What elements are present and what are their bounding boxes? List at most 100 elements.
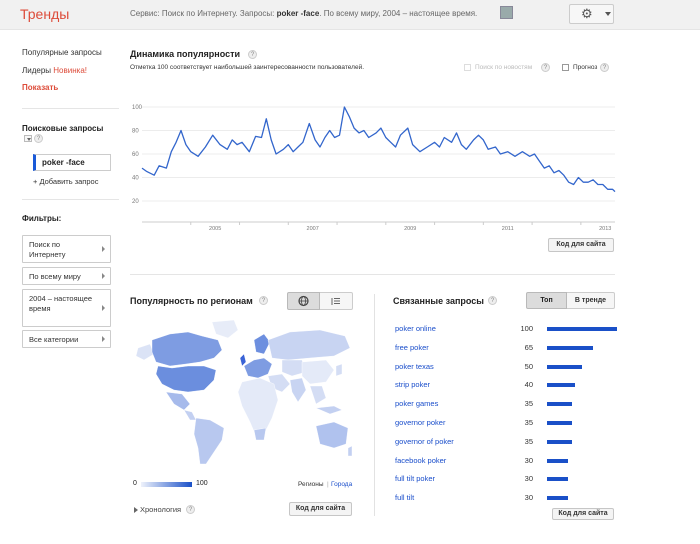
related-query-row[interactable]: poker games 35 (395, 397, 617, 415)
show-link[interactable]: Показать (22, 83, 58, 92)
map-region-south-america (193, 417, 225, 465)
list-view-toggle[interactable] (320, 292, 353, 310)
crumb-suffix: . По всему миру, 2004 – настоящее время. (319, 9, 478, 18)
related-query-row[interactable]: governor poker 35 (395, 416, 617, 434)
search-description: Сервис: Поиск по Интернету. Запросы: pok… (130, 9, 477, 18)
sidebar-divider (22, 199, 119, 200)
news-search-label: Поиск по новостям (475, 64, 533, 71)
leaders-link[interactable]: Лидеры Новинка! (22, 66, 87, 75)
related-query-term[interactable]: poker online (395, 324, 436, 333)
tab-top[interactable]: Топ (526, 292, 567, 309)
related-query-row[interactable]: free poker 65 (395, 341, 617, 359)
chronology-toggle[interactable]: Хронология (140, 505, 181, 514)
related-query-row[interactable]: governor of poker 35 (395, 435, 617, 453)
related-query-row[interactable]: poker online 100 (395, 322, 617, 340)
related-query-value: 30 (524, 493, 533, 503)
filter-region[interactable]: По всему миру (22, 267, 111, 285)
map-region-greenland (211, 319, 239, 339)
embed-code-button[interactable]: Код для сайта (289, 502, 352, 516)
related-query-value: 35 (524, 418, 533, 427)
related-query-term[interactable]: governor poker (395, 418, 445, 427)
related-query-row[interactable]: full tilt poker 30 (395, 472, 617, 490)
legend-min-label: 0 (133, 480, 137, 487)
help-icon[interactable]: ? (600, 63, 609, 72)
map-region-canada (151, 331, 223, 367)
embed-code-button[interactable]: Код для сайта (552, 508, 614, 520)
related-query-term[interactable]: full tilt (395, 493, 414, 502)
chevron-right-icon[interactable] (134, 507, 138, 513)
chevron-right-icon (102, 305, 105, 311)
query-term-box[interactable]: poker -face (33, 154, 111, 171)
list-icon (331, 298, 340, 305)
related-query-term[interactable]: free poker (395, 343, 429, 352)
related-query-term[interactable]: strip poker (395, 380, 430, 389)
news-search-checkbox[interactable] (464, 64, 471, 71)
help-icon[interactable]: ? (34, 134, 43, 143)
share-icon[interactable] (500, 6, 513, 19)
x-tick-label: 2013 (599, 226, 611, 232)
gear-icon: ⚙ (581, 6, 593, 21)
filter-label: Поиск по Интернету (29, 240, 66, 259)
related-query-row[interactable]: poker texas 50 (395, 360, 617, 378)
map-region-scandinavia (253, 333, 271, 355)
filter-search-type[interactable]: Поиск по Интернету (22, 235, 111, 263)
tab-rising[interactable]: В тренде (567, 292, 615, 309)
related-query-value: 65 (524, 342, 533, 352)
chevron-right-icon (102, 273, 105, 279)
section-divider (374, 294, 375, 516)
related-query-bar (547, 496, 568, 501)
related-query-value: 30 (524, 455, 533, 465)
legend-gradient (141, 482, 192, 487)
related-query-row[interactable]: facebook poker 30 (395, 454, 617, 472)
related-query-term[interactable]: governor of poker (395, 437, 454, 446)
popular-queries-link[interactable]: Популярные запросы (22, 48, 102, 57)
help-icon[interactable]: ? (488, 296, 497, 305)
new-badge: Новинка! (53, 66, 87, 75)
section-divider (130, 274, 615, 275)
regions-view-label[interactable]: Регионы (298, 481, 324, 488)
related-query-term[interactable]: full tilt poker (395, 474, 435, 483)
embed-code-button[interactable]: Код для сайта (548, 238, 614, 252)
map-region-africa (237, 377, 279, 437)
filter-category[interactable]: Все категории (22, 330, 111, 348)
related-query-bar (547, 439, 572, 444)
help-icon[interactable]: ? (248, 50, 257, 59)
interest-line-chart[interactable]: 100 80 60 40 20 2005 2007 2009 2011 2013 (130, 76, 616, 234)
x-tick-label: 2011 (502, 226, 514, 232)
filter-label: 2004 – настоящее время (29, 294, 93, 313)
x-tick-label: 2005 (209, 226, 221, 232)
map-region-southeast-asia (309, 385, 327, 405)
y-tick-label: 80 (132, 129, 139, 135)
map-region-australia (315, 421, 349, 449)
related-query-value: 35 (524, 436, 533, 446)
related-query-bar (547, 402, 572, 407)
related-query-bar (547, 421, 572, 425)
search-queries-heading: Поисковые запросы (22, 124, 104, 133)
chevron-right-icon (102, 246, 105, 252)
forecast-checkbox[interactable] (562, 64, 569, 71)
related-query-term[interactable]: poker texas (395, 362, 434, 371)
y-tick-label: 20 (132, 199, 139, 205)
help-icon[interactable]: ? (186, 505, 195, 514)
crumb-query: poker -face (276, 9, 320, 18)
y-tick-label: 40 (132, 176, 139, 182)
related-query-term[interactable]: poker games (395, 399, 438, 408)
world-heat-map[interactable] (130, 318, 355, 468)
crumb-prefix: Сервис: Поиск по Интернету. Запросы: (130, 9, 277, 18)
filter-time-range[interactable]: 2004 – настоящее время (22, 289, 111, 327)
settings-button[interactable]: ⚙ (569, 4, 614, 24)
map-region-europe (243, 357, 273, 379)
cities-link[interactable]: Города (331, 481, 352, 488)
related-query-row[interactable]: full tilt 30 (395, 491, 617, 509)
trends-logo[interactable]: Тренды (20, 6, 69, 22)
help-icon[interactable]: ? (541, 63, 550, 72)
help-icon[interactable]: ? (259, 296, 268, 305)
map-view-toggle[interactable] (287, 292, 320, 310)
related-query-term[interactable]: facebook poker (395, 456, 446, 465)
add-query-link[interactable]: + Добавить запрос (33, 177, 98, 186)
legend-max-label: 100 (196, 480, 208, 487)
related-query-row[interactable]: strip poker 40 (395, 378, 617, 396)
related-query-bar (547, 345, 593, 350)
related-query-bar (547, 458, 568, 463)
queries-dropdown[interactable] (24, 135, 32, 142)
